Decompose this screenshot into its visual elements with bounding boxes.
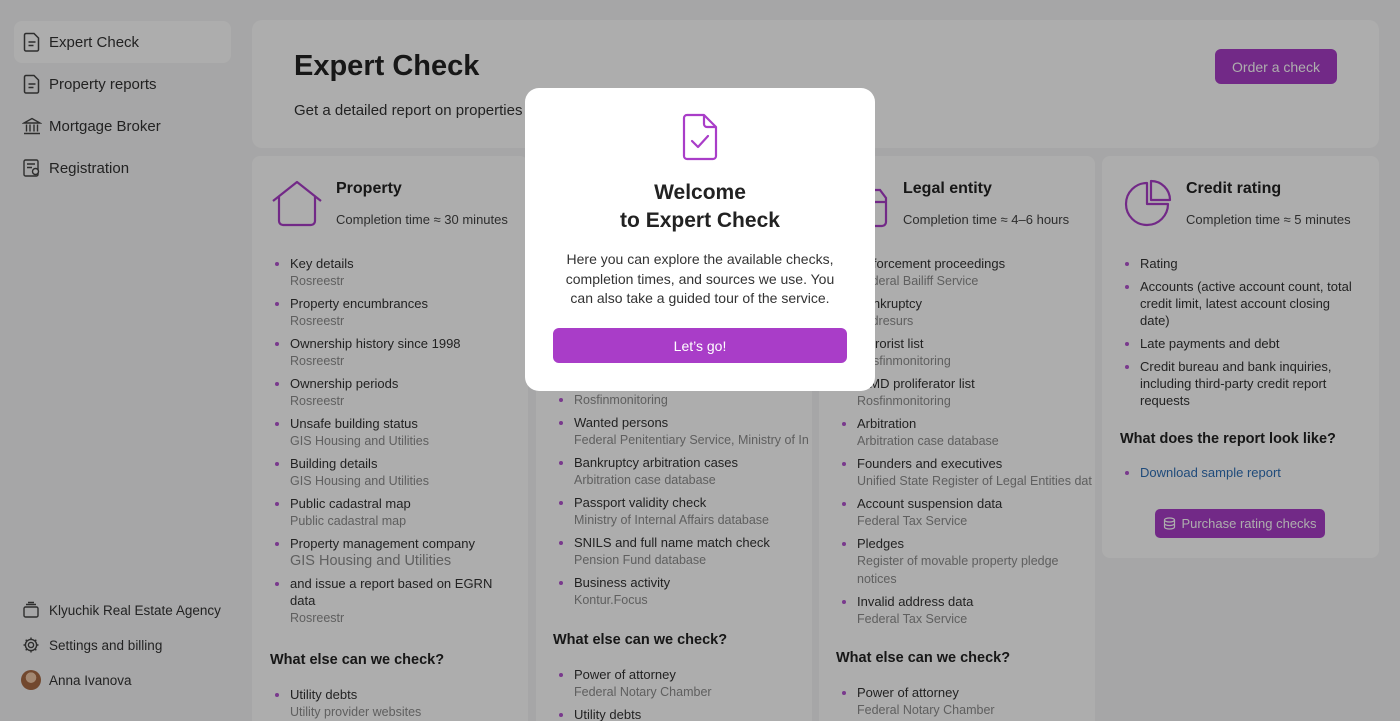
document-check-icon xyxy=(681,113,719,166)
modal-title-line: Welcome xyxy=(654,181,746,204)
modal-description: Here you can explore the available check… xyxy=(565,251,835,306)
modal-title: Welcome to Expert Check xyxy=(525,179,875,235)
welcome-modal: Welcome to Expert Check Here you can exp… xyxy=(525,88,875,391)
lets-go-button[interactable]: Let’s go! xyxy=(553,328,847,363)
modal-title-line: to Expert Check xyxy=(620,209,780,232)
